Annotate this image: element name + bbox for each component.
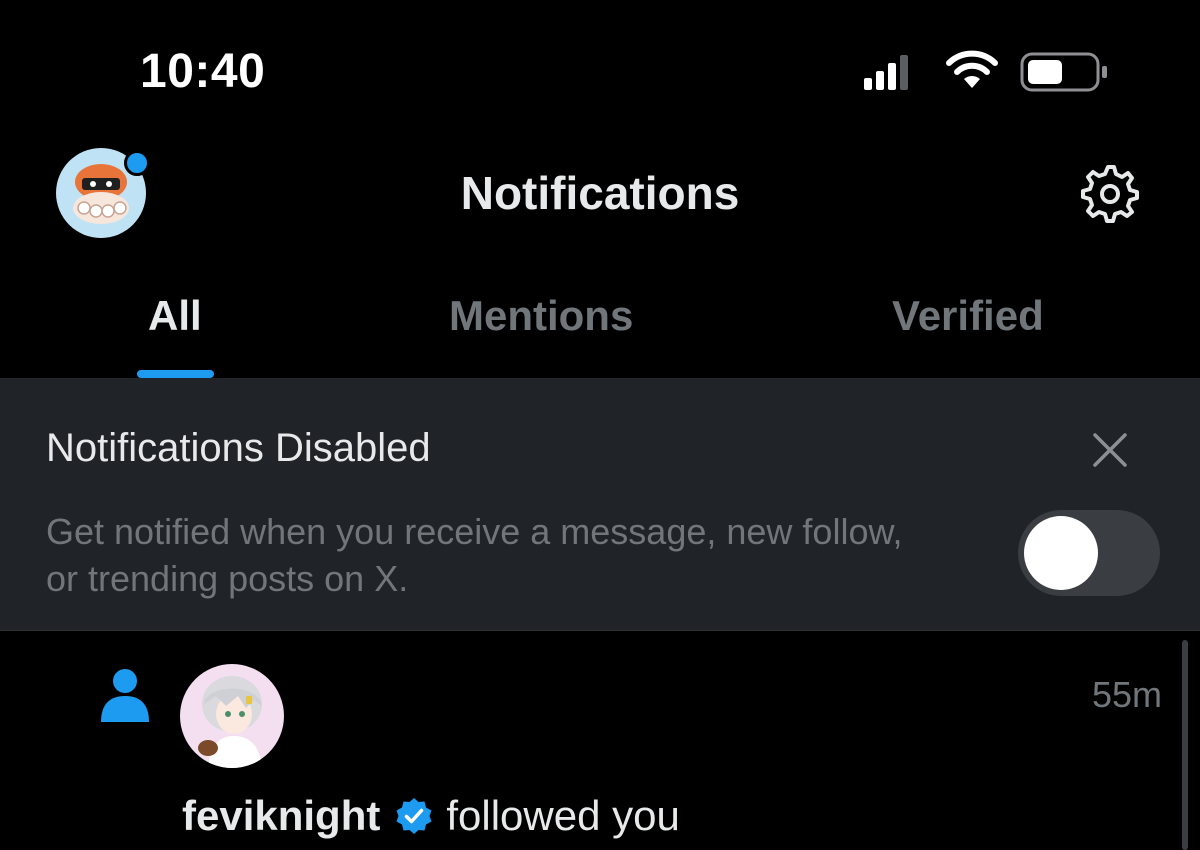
scrollbar[interactable] [1182,640,1188,850]
verified-badge-icon [396,798,432,834]
tab-mentions[interactable]: Mentions [449,292,633,340]
page-title: Notifications [460,167,740,219]
banner-description: Get notified when you receive a message,… [46,511,903,599]
notifications-disabled-banner: Notifications Disabled Get notified when… [0,378,1200,631]
toggle-knob [1024,516,1098,590]
tab-all[interactable]: All [148,292,202,340]
banner-title: Notifications Disabled [46,426,431,470]
notification-text: feviknight followed you [182,792,680,840]
active-tab-indicator [137,370,214,378]
notification-time: 55m [1092,674,1163,715]
battery-icon [1020,52,1107,92]
wifi-icon [946,50,998,88]
status-time: 10:40 [140,45,266,98]
person-icon [101,669,149,722]
notifications-toggle[interactable] [1018,510,1160,596]
tab-verified[interactable]: Verified [892,292,1044,340]
cellular-signal-icon [864,55,908,90]
user-avatar[interactable] [180,664,284,768]
notification-action: followed you [446,792,680,839]
close-icon[interactable] [1090,430,1130,470]
gear-icon[interactable] [1080,164,1140,224]
notifications-screen: 10:40 Notifications All Mentions Verifie… [0,0,1200,850]
notification-username[interactable]: feviknight [182,792,380,840]
